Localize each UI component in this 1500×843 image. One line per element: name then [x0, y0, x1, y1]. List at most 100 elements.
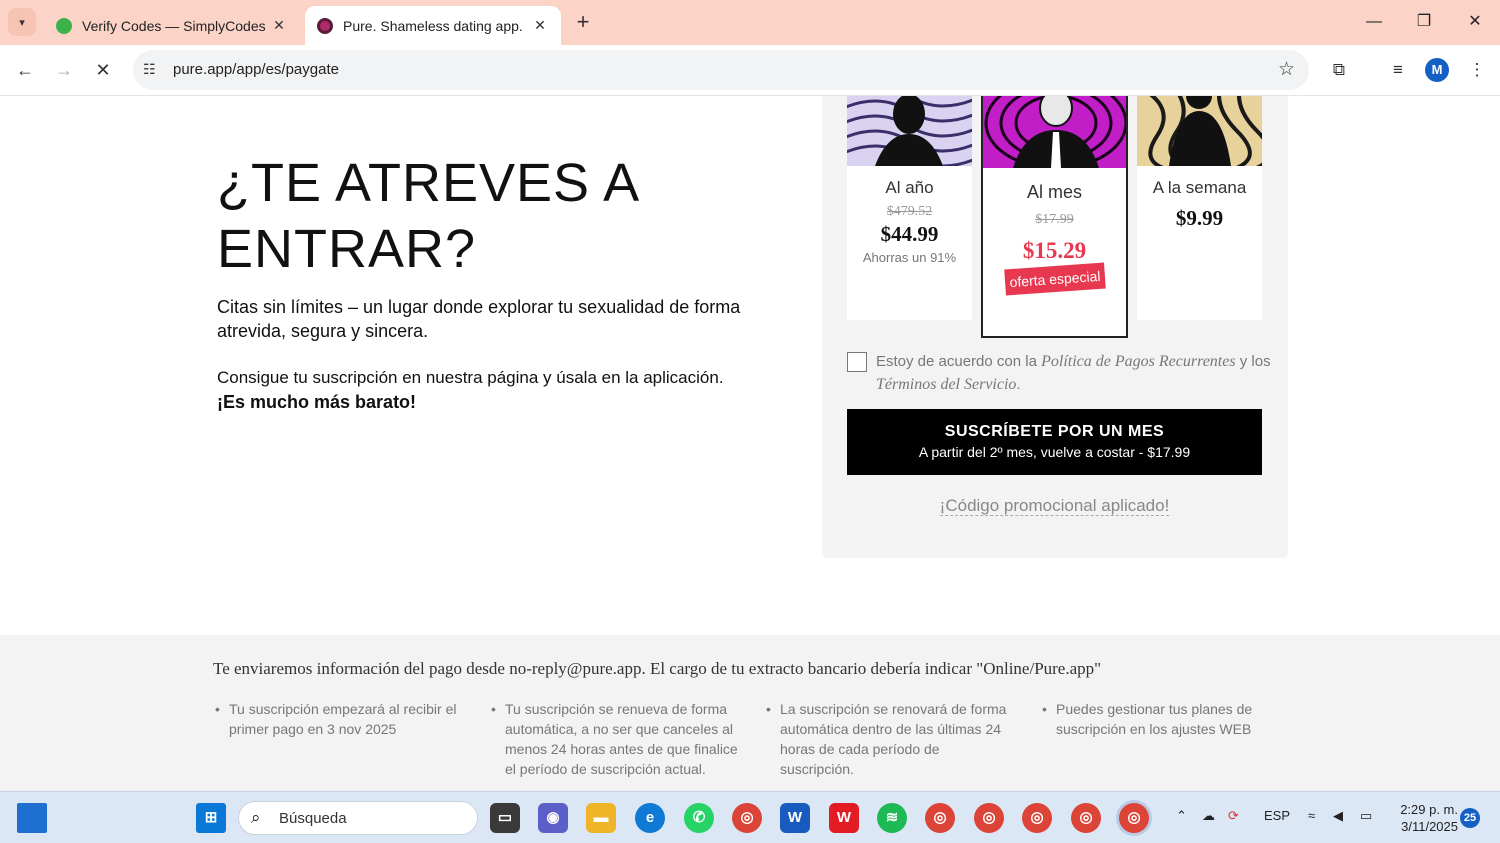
promo-normal: Consigue tu suscripción en nuestra págin…	[217, 368, 724, 387]
simplycodes-favicon-icon	[56, 17, 72, 34]
tab-search-icon[interactable]: ▾	[8, 8, 36, 36]
wifi-icon[interactable]: ≈	[1308, 808, 1315, 823]
info-list: Tu suscripción se renueva de forma autom…	[491, 699, 741, 779]
close-window-icon[interactable]: ✕	[1455, 8, 1495, 36]
info-item: La suscripción se renovará de forma auto…	[766, 699, 1016, 779]
page-content: ¿TE ATREVES A ENTRAR? Citas sin límites …	[0, 96, 1500, 791]
start-windows-icon[interactable]: ⊞	[196, 803, 226, 833]
show-hidden-icons-icon[interactable]: ⌃	[1176, 808, 1187, 824]
plan-name: Al año	[885, 178, 934, 197]
whatsapp-icon[interactable]: ✆	[684, 803, 714, 833]
clock-time: 2:29 p. m.	[1400, 802, 1458, 817]
close-tab-icon[interactable]: ✕	[531, 17, 549, 34]
chrome-profile-j2-icon[interactable]: ◎	[1071, 803, 1101, 833]
address-bar[interactable]: ☷ pure.app/app/es/paygate ☆	[133, 50, 1309, 90]
media-controls-icon[interactable]: ≡	[1385, 57, 1411, 83]
info-list: Puedes gestionar tus planes de suscripci…	[1042, 699, 1292, 739]
close-tab-icon[interactable]: ✕	[270, 17, 288, 34]
new-tab-icon[interactable]: +	[570, 10, 596, 36]
teams-chat-icon[interactable]: ◉	[538, 803, 568, 833]
plan-weekly[interactable]: A la semana $9.99	[1137, 96, 1262, 320]
plan-old-price: $479.52	[886, 204, 933, 219]
search-icon: ⌕	[251, 808, 261, 827]
tab-verify-codes[interactable]: Verify Codes — SimplyCodes ✕	[44, 6, 300, 45]
billing-note: Te enviaremos información del pago desde…	[213, 659, 1102, 678]
profile-avatar[interactable]: M	[1425, 58, 1449, 82]
agreement-prefix: Estoy de acuerdo con la	[876, 353, 1037, 370]
promo-code-link[interactable]: ¡Código promocional aplicado!	[847, 496, 1262, 516]
back-icon[interactable]: ←	[10, 55, 40, 85]
plan-monthly[interactable]: Al mes $17.99 $15.29 oferta especial	[981, 96, 1128, 338]
promo-text: Consigue tu suscripción en nuestra págin…	[217, 366, 747, 415]
url-text[interactable]: pure.app/app/es/paygate	[173, 61, 339, 78]
task-view-icon[interactable]: ▭	[490, 803, 520, 833]
plan-price: $15.29	[1022, 238, 1087, 263]
volume-icon[interactable]: ◀	[1333, 808, 1343, 824]
wps-icon[interactable]: W	[829, 803, 859, 833]
plan-name: A la semana	[1152, 178, 1247, 197]
restore-icon[interactable]: ❐	[1404, 8, 1444, 36]
plan-yearly[interactable]: Al año $479.52 $44.99 Ahorras un 91%	[847, 96, 972, 320]
taskbar-search-input[interactable]: ⌕ Búsqueda	[238, 801, 478, 835]
sync-icon[interactable]: ⟳	[1228, 808, 1239, 824]
tab-title: Verify Codes — SimplyCodes	[82, 17, 266, 34]
chrome-profile-g-icon[interactable]: ◎	[974, 803, 1004, 833]
plan-illustration	[1137, 96, 1262, 166]
promo-bold: ¡Es mucho más barato!	[217, 392, 417, 412]
plan-illustration	[983, 96, 1126, 168]
word-icon[interactable]: W	[780, 803, 810, 833]
chrome-icon[interactable]: ◎	[732, 803, 762, 833]
chrome-profile-m-icon[interactable]: ◎	[1119, 803, 1149, 833]
subscribe-button[interactable]: SUSCRÍBETE POR UN MES A partir del 2º me…	[847, 409, 1262, 475]
edge-icon[interactable]: e	[635, 803, 665, 833]
terms-link[interactable]: Términos del Servicio	[876, 376, 1016, 393]
stop-loading-icon[interactable]: ✕	[88, 55, 118, 85]
search-placeholder: Búsqueda	[279, 810, 347, 827]
info-list: Tu suscripción empezará al recibir el pr…	[215, 699, 465, 739]
plan-illustration	[847, 96, 972, 166]
minimize-icon[interactable]: —	[1354, 8, 1394, 36]
plan-price: $9.99	[1175, 206, 1224, 230]
info-item: Tu suscripción empezará al recibir el pr…	[215, 699, 465, 739]
pure-favicon-icon	[317, 17, 333, 34]
agreement-middle: y los	[1239, 353, 1271, 370]
battery-icon[interactable]: ▭	[1360, 808, 1372, 824]
plan-name: Al mes	[1026, 182, 1082, 202]
info-item: Tu suscripción se renueva de forma autom…	[491, 699, 741, 779]
chrome-profile-j-icon[interactable]: ◎	[1022, 803, 1052, 833]
page-title: ¿TE ATREVES A ENTRAR?	[217, 153, 638, 279]
language-indicator[interactable]: ESP	[1264, 808, 1290, 823]
payment-info-footer: Te enviaremos información del pago desde…	[0, 635, 1500, 791]
file-explorer-icon[interactable]: ▬	[586, 803, 616, 833]
notification-badge[interactable]: 25	[1460, 808, 1480, 828]
taskbar: ⊞ ⌕ Búsqueda ▭ ◉ ▬ e ✆ ◎ W W ≋ ◎ ◎ ◎ ◎ ◎…	[0, 791, 1500, 843]
agreement-suffix: .	[1016, 376, 1021, 393]
chrome-profile-a-icon[interactable]: ◎	[925, 803, 955, 833]
plan-savings: Ahorras un 91%	[862, 250, 957, 265]
site-settings-icon[interactable]: ☷	[143, 61, 156, 78]
special-offer-badge: oferta especial	[1004, 262, 1106, 296]
info-item: Puedes gestionar tus planes de suscripci…	[1042, 699, 1292, 739]
tab-pure[interactable]: Pure. Shameless dating app. ✕	[305, 6, 561, 45]
menu-kebab-icon[interactable]: ⋮	[1464, 57, 1490, 83]
intro-text: Citas sin límites – un lugar donde explo…	[217, 297, 741, 341]
tab-bar: ▾ Verify Codes — SimplyCodes ✕ Pure. Sha…	[0, 0, 1500, 45]
agree-checkbox[interactable]	[847, 352, 867, 372]
onedrive-icon[interactable]: ☁	[1202, 808, 1215, 824]
forward-icon[interactable]: →	[49, 55, 79, 85]
tab-title: Pure. Shameless dating app.	[343, 17, 523, 34]
plan-price: $44.99	[880, 222, 939, 246]
info-list: La suscripción se renovará de forma auto…	[766, 699, 1016, 779]
bookmark-star-icon[interactable]: ☆	[1278, 58, 1295, 81]
clock[interactable]: 2:29 p. m. 3/11/2025	[1392, 801, 1458, 835]
extensions-icon[interactable]: ⧉	[1326, 57, 1352, 83]
subscribe-subtitle: A partir del 2º mes, vuelve a costar - $…	[918, 444, 1191, 460]
plan-old-price: $17.99	[1035, 212, 1074, 227]
promo-code-text[interactable]: ¡Código promocional aplicado!	[939, 496, 1170, 516]
payment-policy-link[interactable]: Política de Pagos Recurrentes	[1041, 353, 1235, 370]
agreement-text: Estoy de acuerdo con la Política de Pago…	[876, 350, 1271, 396]
spotify-icon[interactable]: ≋	[877, 803, 907, 833]
clock-date: 3/11/2025	[1401, 819, 1458, 834]
browser-toolbar: ← → ✕ ☷ pure.app/app/es/paygate ☆ ⧉ ≡ M …	[0, 45, 1500, 96]
widgets-icon[interactable]	[17, 803, 47, 833]
